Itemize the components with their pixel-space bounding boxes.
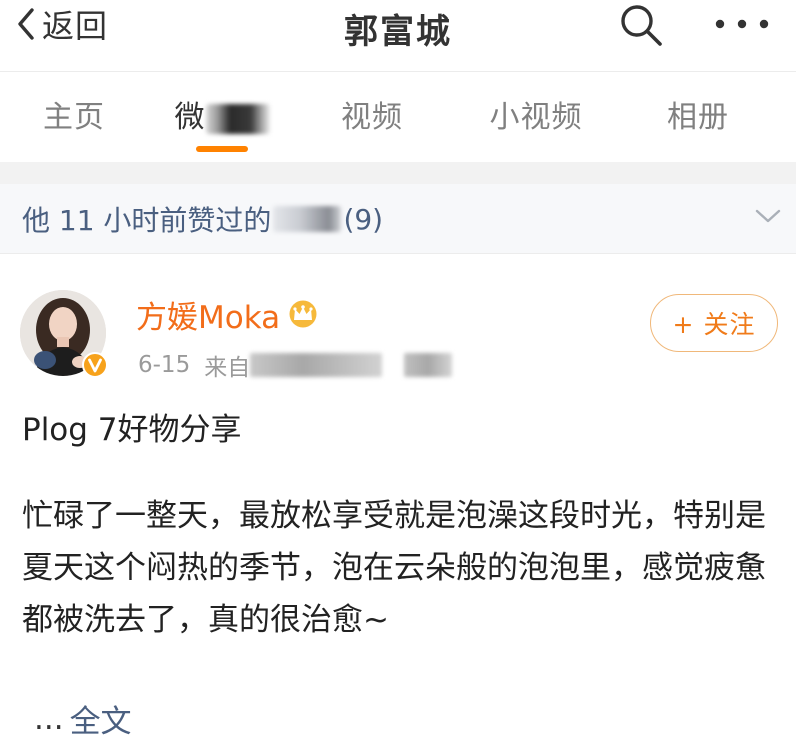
crown-icon	[289, 300, 317, 328]
chevron-left-icon	[18, 8, 34, 40]
tab-home[interactable]: 主页	[4, 92, 144, 136]
tab-videos[interactable]: 视频	[302, 92, 442, 136]
post-meta: 6-15 来自	[138, 348, 453, 382]
redacted-blur	[205, 103, 270, 134]
profile-tabs: 主页 微 视频 小视频 相册	[0, 72, 796, 162]
verified-v-icon	[82, 352, 108, 378]
post-source-label: 来自	[204, 355, 251, 381]
post-body: 忙碌了一整天，最放松享受就是泡澡这段时光，特别是夏天这个闷热的季节，泡在云朵般的…	[22, 498, 766, 638]
tab-short-videos[interactable]: 小视频	[466, 92, 606, 136]
chevron-down-icon[interactable]	[754, 206, 782, 226]
liked-posts-bar[interactable]: 他 11 小时前赞过的 (9)	[0, 184, 796, 254]
redacted-blur	[250, 353, 383, 377]
post-title: Plog 7好物分享	[22, 412, 242, 448]
tab-albums[interactable]: 相册	[628, 92, 768, 136]
back-button[interactable]: 返回	[14, 6, 108, 45]
page-title: 郭富城	[344, 12, 452, 52]
post-date: 6-15	[138, 352, 191, 378]
follow-button[interactable]: + 关注	[650, 294, 778, 352]
navbar: 返回 郭富城	[0, 0, 796, 72]
liked-count: (9)	[343, 202, 384, 236]
redacted-blur	[273, 206, 342, 232]
liked-prefix: 他 11 小时前赞过的	[22, 204, 272, 237]
liked-posts-text: 他 11 小时前赞过的 (9)	[22, 199, 383, 239]
tab-weibo[interactable]: 微	[152, 92, 292, 136]
ellipsis: ...	[34, 700, 64, 737]
read-more: ... 全文	[34, 696, 132, 741]
author-name: 方媛Moka	[136, 299, 281, 336]
post-card: 方媛Moka 6-15 来自 + 关注 Plog 7好物分享 忙碌了一整天，最放…	[0, 254, 796, 756]
search-icon[interactable]	[618, 2, 664, 48]
section-divider	[0, 162, 796, 184]
back-label: 返回	[42, 7, 109, 45]
active-tab-indicator	[196, 146, 248, 152]
read-more-link[interactable]: 全文	[70, 696, 132, 741]
author-link[interactable]: 方媛Moka	[136, 294, 320, 336]
tab-weibo-label: 微	[174, 100, 206, 135]
redacted-blur	[404, 353, 453, 377]
more-dots-icon[interactable]	[712, 14, 772, 34]
